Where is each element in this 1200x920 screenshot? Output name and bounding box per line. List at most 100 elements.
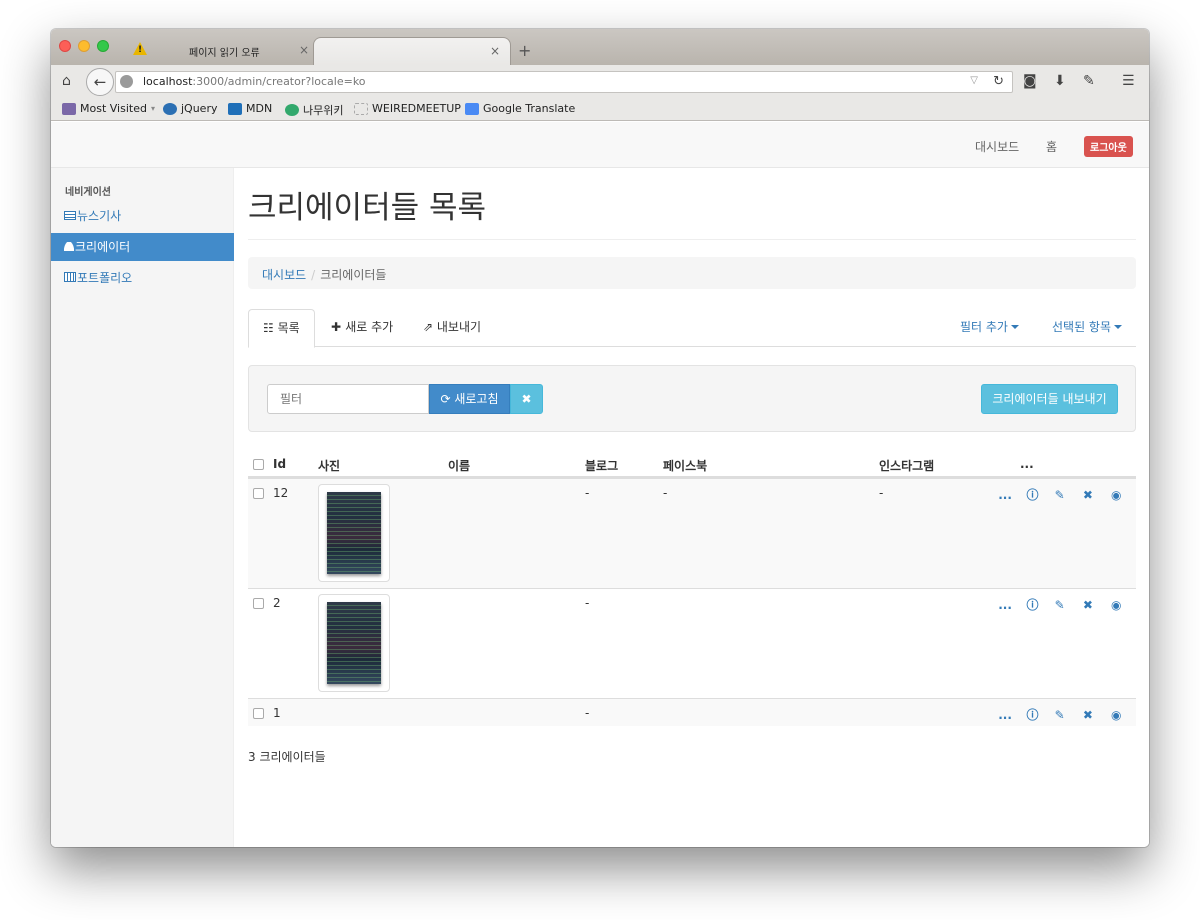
minimize-window-button[interactable] bbox=[78, 40, 90, 52]
bookmark-namuwiki[interactable]: 나무위키 bbox=[285, 102, 343, 118]
column-header-more: ... bbox=[1020, 457, 1034, 471]
record-count: 3 크리에이터들 bbox=[248, 750, 326, 764]
cell-id: 2 bbox=[273, 596, 281, 610]
edit-icon[interactable]: ✎ bbox=[1055, 708, 1065, 722]
new-tab-button[interactable]: + bbox=[518, 41, 531, 60]
row-actions: ... ⓘ ✎ ✖ ◉ bbox=[984, 486, 1121, 503]
plus-icon: ✚ bbox=[331, 320, 346, 334]
close-window-button[interactable] bbox=[59, 40, 71, 52]
wrench-icon[interactable]: ✎ bbox=[1083, 73, 1095, 89]
delete-icon[interactable]: ✖ bbox=[1083, 488, 1093, 502]
info-icon[interactable]: ⓘ bbox=[1026, 706, 1038, 723]
zoom-window-button[interactable] bbox=[97, 40, 109, 52]
reload-icon[interactable]: ↻ bbox=[993, 74, 1004, 89]
more-actions-link[interactable]: ... bbox=[998, 708, 1012, 722]
column-header-instagram[interactable]: 인스타그램 bbox=[879, 457, 934, 474]
sidebar-item-label: 뉴스기사 bbox=[77, 209, 122, 223]
tab-add-filter[interactable]: 필터 추가 bbox=[946, 309, 1033, 347]
bookmark-mdn[interactable]: MDN bbox=[228, 102, 272, 115]
sidebar-item-label: 크리에이터 bbox=[75, 240, 131, 254]
sidebar-item-creator[interactable]: 크리에이터 bbox=[51, 233, 234, 261]
warning-icon: ! bbox=[133, 42, 147, 55]
creator-photo[interactable] bbox=[318, 594, 390, 692]
row-checkbox[interactable] bbox=[253, 708, 264, 719]
filter-input[interactable] bbox=[267, 384, 429, 414]
view-icon[interactable]: ◉ bbox=[1111, 598, 1121, 612]
column-header-id[interactable]: Id bbox=[273, 457, 286, 471]
export-creators-button[interactable]: 크리에이터들 내보내기 bbox=[981, 384, 1118, 414]
cell-blog: - bbox=[585, 706, 590, 720]
info-icon[interactable]: ⓘ bbox=[1026, 596, 1038, 613]
view-icon[interactable]: ◉ bbox=[1111, 708, 1121, 722]
breadcrumb-current: 크리에이터들 bbox=[320, 268, 387, 282]
home-icon[interactable]: ⌂ bbox=[62, 73, 71, 89]
column-header-photo[interactable]: 사진 bbox=[318, 457, 340, 474]
nav-dashboard-link[interactable]: 대시보드 bbox=[975, 138, 1019, 155]
bookmark-weiredmeetup[interactable]: WEIREDMEETUP bbox=[354, 102, 461, 115]
edit-icon[interactable]: ✎ bbox=[1055, 598, 1065, 612]
delete-icon[interactable]: ✖ bbox=[1083, 708, 1093, 722]
delete-icon[interactable]: ✖ bbox=[1083, 598, 1093, 612]
logout-button[interactable]: 로그아웃 bbox=[1084, 136, 1133, 157]
column-header-name[interactable]: 이름 bbox=[448, 457, 470, 474]
cell-facebook: - bbox=[663, 486, 668, 500]
bookmark-google-translate[interactable]: Google Translate bbox=[465, 102, 575, 115]
share-icon: ⇗ bbox=[423, 320, 437, 334]
tab-selected-items[interactable]: 선택된 항목 bbox=[1038, 309, 1136, 347]
url-bar[interactable]: localhost:3000/admin/creator?locale=ko ▽… bbox=[115, 71, 1013, 93]
sidebar-item-news[interactable]: 뉴스기사 bbox=[51, 202, 234, 230]
breadcrumb-dashboard-link[interactable]: 대시보드 bbox=[262, 268, 306, 282]
back-button[interactable]: ← bbox=[86, 68, 114, 96]
row-actions: ... ⓘ ✎ ✖ ◉ bbox=[984, 706, 1121, 723]
tab-add-new[interactable]: ✚ 새로 추가 bbox=[317, 309, 407, 347]
refresh-button[interactable]: ⟳ 새로고침 bbox=[429, 384, 510, 414]
cell-blog: - bbox=[585, 596, 590, 610]
divider bbox=[248, 239, 1136, 240]
view-icon[interactable]: ◉ bbox=[1111, 488, 1121, 502]
user-icon bbox=[64, 242, 74, 251]
info-icon[interactable]: ⓘ bbox=[1026, 486, 1038, 503]
refresh-icon: ⟳ bbox=[440, 392, 455, 406]
download-icon[interactable]: ⬇ bbox=[1054, 73, 1066, 89]
tab-inactive[interactable]: ! 페이지 읽기 오류 × bbox=[121, 37, 321, 65]
tab-close-icon[interactable]: × bbox=[299, 43, 309, 57]
column-header-facebook[interactable]: 페이스북 bbox=[663, 457, 707, 474]
creator-photo[interactable] bbox=[318, 484, 390, 582]
table-header: Id 사진 이름 블로그 페이스북 인스타그램 ... bbox=[248, 450, 1136, 478]
url-text[interactable]: localhost:3000/admin/creator?locale=ko bbox=[143, 75, 366, 88]
tab-active[interactable]: × bbox=[313, 37, 511, 65]
tab-list[interactable]: ☷ 목록 bbox=[248, 309, 315, 348]
sidebar-item-portfolio[interactable]: 포트폴리오 bbox=[51, 264, 234, 292]
breadcrumb: 대시보드 / 크리에이터들 bbox=[248, 257, 1136, 289]
list-icon: ☷ bbox=[263, 321, 278, 335]
clear-filter-button[interactable]: ✖ bbox=[510, 384, 543, 414]
more-actions-link[interactable]: ... bbox=[998, 488, 1012, 502]
nav-home-link[interactable]: 홈 bbox=[1046, 138, 1057, 155]
sidebar-item-label: 포트폴리오 bbox=[77, 271, 133, 285]
table-row: 1 - ... ⓘ ✎ ✖ ◉ bbox=[248, 698, 1136, 726]
filter-well: ⟳ 새로고침 ✖ 크리에이터들 내보내기 bbox=[248, 365, 1136, 432]
pocket-icon[interactable]: ◙ bbox=[1023, 73, 1037, 89]
sidebar: 네비게이션 뉴스기사 크리에이터 포트폴리오 bbox=[51, 168, 234, 847]
dropdown-arrow-icon[interactable]: ▽ bbox=[970, 75, 978, 86]
cell-id: 1 bbox=[273, 706, 281, 720]
top-navbar: 대시보드 홈 로그아웃 bbox=[51, 122, 1149, 168]
creators-table: Id 사진 이름 블로그 페이스북 인스타그램 ... 1 2 - - - ...… bbox=[248, 450, 1136, 726]
tab-close-icon[interactable]: × bbox=[490, 44, 500, 58]
row-checkbox[interactable] bbox=[253, 488, 264, 499]
sidebar-heading: 네비게이션 bbox=[65, 187, 111, 198]
select-all-checkbox[interactable] bbox=[253, 459, 264, 470]
more-actions-link[interactable]: ... bbox=[998, 598, 1012, 612]
column-header-blog[interactable]: 블로그 bbox=[585, 457, 618, 474]
row-checkbox[interactable] bbox=[253, 598, 264, 609]
tab-export[interactable]: ⇗ 내보내기 bbox=[409, 309, 495, 347]
tab-title: 페이지 읽기 오류 bbox=[189, 48, 260, 59]
edit-icon[interactable]: ✎ bbox=[1055, 488, 1065, 502]
folder-icon bbox=[62, 102, 76, 115]
bookmark-jquery[interactable]: jQuery bbox=[163, 102, 218, 115]
jquery-icon bbox=[163, 102, 177, 115]
film-icon bbox=[64, 272, 76, 282]
action-tabs: ☷ 목록 ✚ 새로 추가 ⇗ 내보내기 필터 추가 선택된 항목 bbox=[248, 309, 1136, 348]
menu-icon[interactable]: ☰ bbox=[1122, 73, 1135, 89]
bookmark-most-visited[interactable]: Most Visited ▾ bbox=[62, 102, 155, 115]
